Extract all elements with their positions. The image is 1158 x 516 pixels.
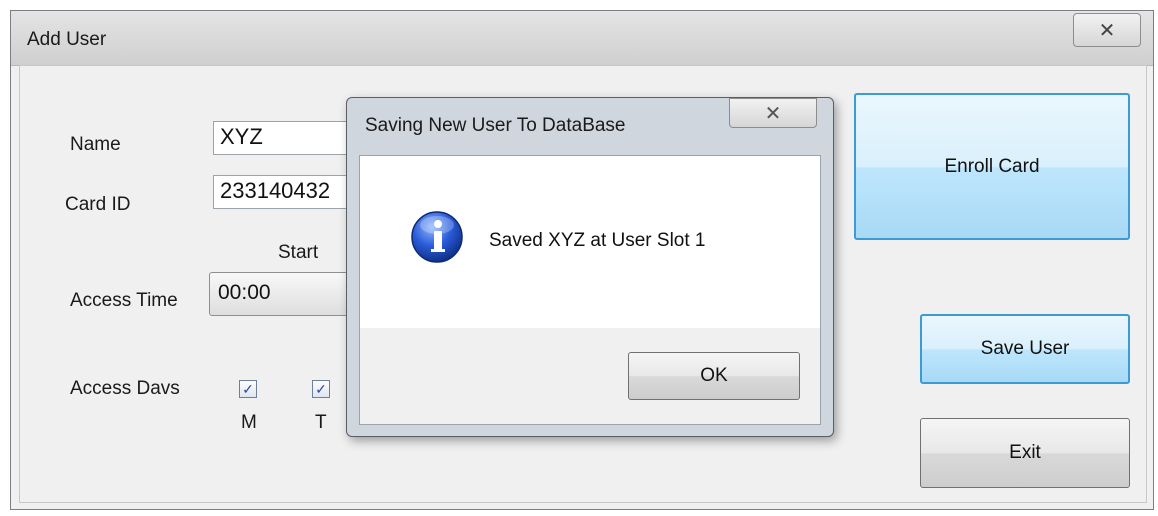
close-icon: ✕ xyxy=(1098,19,1116,42)
ok-button[interactable]: OK xyxy=(628,352,800,400)
dialog-body: Saved XYZ at User Slot 1 OK xyxy=(359,155,821,425)
access-days-label: Access Davs xyxy=(70,378,180,399)
dialog-title: Saving New User To DataBase xyxy=(365,115,626,136)
dialog-close-button[interactable]: ✕ xyxy=(729,98,817,128)
enroll-card-button[interactable]: Enroll Card xyxy=(854,93,1130,240)
dialog-message: Saved XYZ at User Slot 1 xyxy=(489,230,706,251)
window-title: Add User xyxy=(27,29,107,50)
day-label-t: T xyxy=(315,412,327,433)
name-label: Name xyxy=(70,134,121,155)
dialog-footer: OK xyxy=(360,328,820,424)
exit-button[interactable]: Exit xyxy=(920,418,1130,488)
save-confirmation-dialog: Saving New User To DataBase ✕ Saved XYZ … xyxy=(346,97,834,437)
window-close-button[interactable]: ✕ xyxy=(1073,13,1141,47)
day-checkbox-t[interactable]: ✓ xyxy=(312,380,330,398)
card-id-label: Card ID xyxy=(65,194,131,215)
start-label: Start xyxy=(278,242,319,263)
day-label-m: M xyxy=(241,412,257,433)
info-icon xyxy=(411,211,463,263)
access-time-label: Access Time xyxy=(70,290,178,311)
day-checkbox-m[interactable]: ✓ xyxy=(239,380,257,398)
title-bar: Add User ✕ xyxy=(11,11,1153,66)
save-user-button[interactable]: Save User xyxy=(920,314,1130,384)
close-icon: ✕ xyxy=(764,102,782,125)
